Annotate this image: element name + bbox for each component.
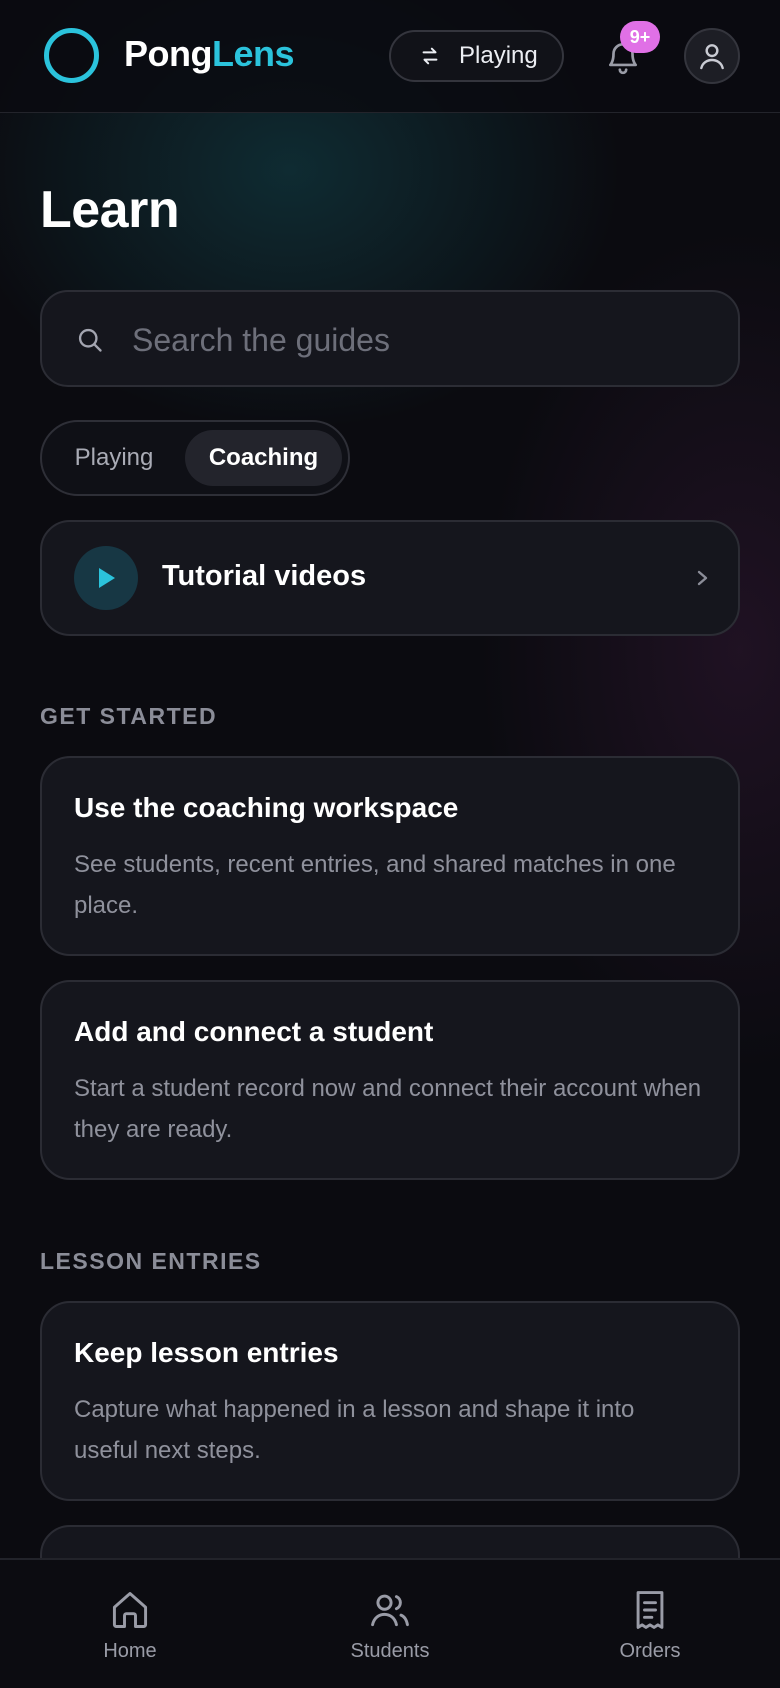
users-icon xyxy=(371,1594,409,1627)
segment-coaching[interactable]: Coaching xyxy=(185,430,342,486)
tutorial-videos-label: Tutorial videos xyxy=(162,560,367,592)
segment-playing[interactable]: Playing xyxy=(54,430,174,486)
search-box[interactable] xyxy=(40,290,740,387)
nav-item-orders[interactable]: Orders xyxy=(550,1560,750,1688)
notification-count-badge: 9+ xyxy=(620,21,660,53)
chevron-right-icon xyxy=(697,570,708,586)
search-icon xyxy=(78,328,102,352)
mode-switch-label: Playing xyxy=(459,42,538,69)
page-title: Learn xyxy=(40,181,180,239)
home-icon xyxy=(112,1592,148,1628)
nav-label-students: Students xyxy=(350,1640,430,1662)
mode-switch-button[interactable]: Playing xyxy=(389,30,564,82)
nav-item-home[interactable]: Home xyxy=(30,1560,230,1688)
brand-part-2: Lens xyxy=(211,33,295,74)
search-input[interactable] xyxy=(132,312,712,368)
guide-description: See students, recent entries, and shared… xyxy=(74,851,676,919)
tutorial-videos-card[interactable]: Tutorial videos xyxy=(40,520,740,636)
section-label-get-started: GET STARTED xyxy=(40,703,218,729)
logo-icon xyxy=(44,28,99,83)
nav-item-students[interactable]: Students xyxy=(290,1560,490,1688)
swap-icon xyxy=(422,47,438,65)
guide-description: Capture what happened in a lesson and sh… xyxy=(74,1396,635,1464)
guide-card[interactable]: Keep lesson entries Capture what happene… xyxy=(40,1301,740,1501)
section-label-lesson-entries: LESSON ENTRIES xyxy=(40,1248,262,1274)
user-icon xyxy=(700,44,724,70)
receipt-icon xyxy=(636,1591,664,1629)
play-icon xyxy=(99,568,115,588)
guide-card[interactable]: Add and connect a student Start a studen… xyxy=(40,980,740,1180)
app-header: PongLens Playing 9+ xyxy=(0,0,780,113)
brand-wordmark: PongLens xyxy=(124,32,295,76)
guide-title: Add and connect a student xyxy=(74,1016,434,1047)
guide-card[interactable]: Use the coaching workspace See students,… xyxy=(40,756,740,956)
guide-description: Start a student record now and connect t… xyxy=(74,1075,702,1143)
nav-label-orders: Orders xyxy=(619,1640,681,1662)
bottom-navigation: Home Students Orders xyxy=(0,1558,780,1688)
guide-title: Use the coaching workspace xyxy=(74,792,459,823)
profile-avatar-button[interactable] xyxy=(684,28,740,84)
nav-label-home: Home xyxy=(103,1640,157,1662)
role-segmented-control: Playing Coaching xyxy=(40,420,350,496)
brand-part-1: Pong xyxy=(124,33,212,74)
guide-title: Keep lesson entries xyxy=(74,1337,339,1368)
play-button-icon xyxy=(74,546,138,610)
